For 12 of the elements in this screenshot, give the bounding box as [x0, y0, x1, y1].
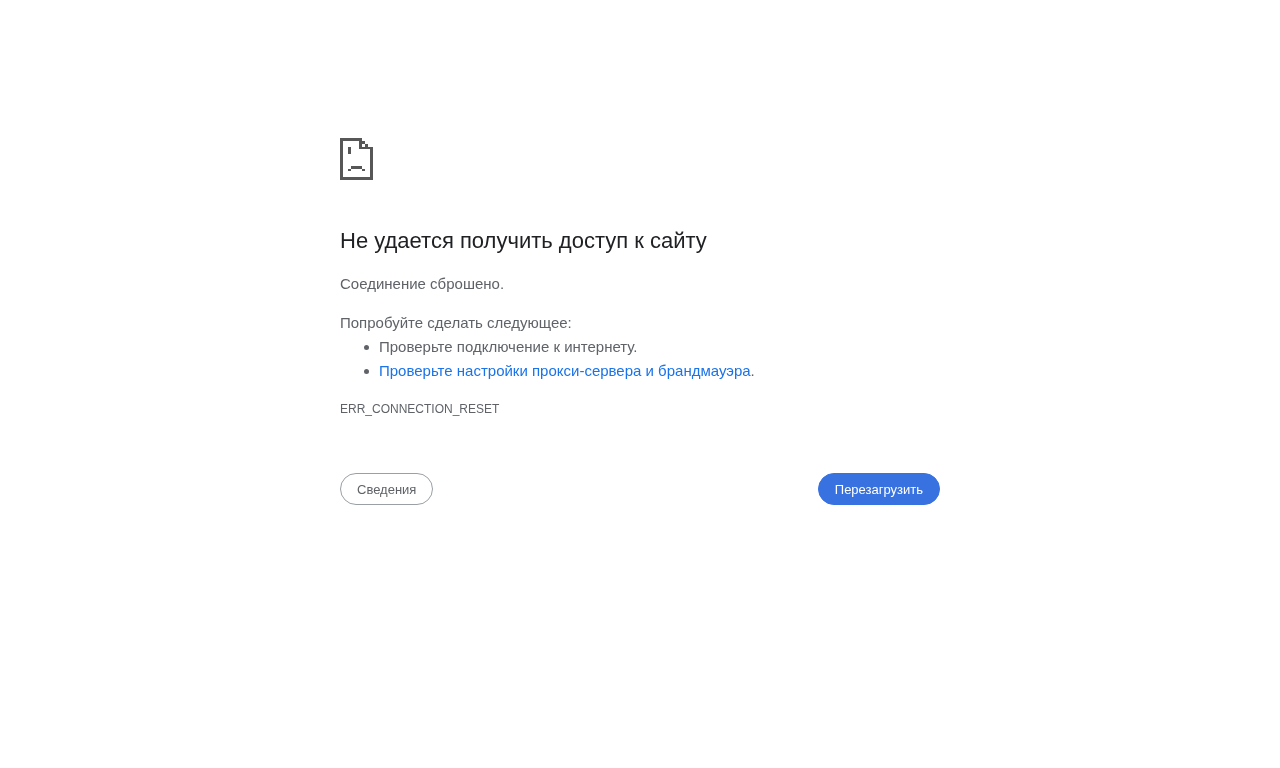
bullet-icon	[364, 344, 369, 350]
suggestion-text: Проверьте подключение к интернету.	[379, 337, 638, 357]
suggestions-heading: Попробуйте сделать следующее:	[340, 313, 573, 333]
error-title: Не удается получить доступ к сайту	[340, 227, 708, 255]
error-code: ERR_CONNECTION_RESET	[340, 401, 500, 417]
suggestion-text: Проверьте настройки прокси-сервера и брандмауэра.	[379, 361, 755, 381]
settings-link[interactable]: Проверьте настройки прокси-сервера и брандмауэра	[379, 362, 751, 379]
error-message: Соединение сброшено.	[340, 274, 506, 294]
details-button[interactable]: Сведения	[340, 473, 434, 505]
reload-button[interactable]: Перезагрузить	[817, 473, 940, 505]
sad-page-icon	[340, 138, 373, 180]
bullet-icon	[364, 368, 369, 374]
